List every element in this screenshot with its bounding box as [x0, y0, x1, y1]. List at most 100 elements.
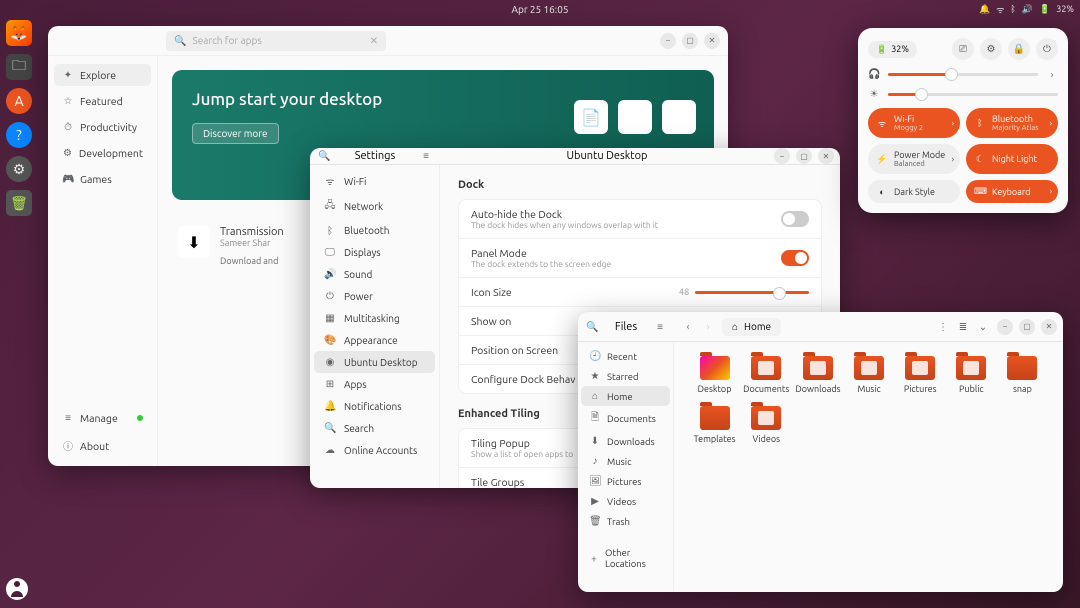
- settings-category[interactable]: ᛒBluetooth: [314, 220, 435, 241]
- activities-button[interactable]: [6, 578, 28, 600]
- clock[interactable]: Apr 25 16:05: [511, 4, 568, 15]
- minimize-button[interactable]: –: [660, 33, 676, 49]
- list-view-icon[interactable]: ≣: [957, 321, 969, 333]
- close-button[interactable]: ✕: [704, 33, 720, 49]
- settings-category[interactable]: 🔍Search: [314, 417, 435, 439]
- chevron-right-icon[interactable]: ›: [952, 155, 954, 164]
- chevron-right-icon[interactable]: ›: [1050, 119, 1052, 128]
- toggle-autohide[interactable]: [781, 211, 809, 227]
- settings-category[interactable]: ▦Multitasking: [314, 307, 435, 329]
- dock-app-settings[interactable]: ⚙: [6, 156, 32, 182]
- search-icon[interactable]: 🔍: [318, 150, 330, 162]
- folder[interactable]: Pictures: [898, 356, 943, 394]
- files-title: Files: [615, 321, 637, 333]
- settings-category[interactable]: ⊞Apps: [314, 373, 435, 395]
- settings-category[interactable]: 🖵Displays: [314, 241, 435, 263]
- dock-app-files[interactable]: 🗀: [6, 54, 32, 80]
- settings-category[interactable]: 🔔Notifications: [314, 395, 435, 417]
- brightness-slider[interactable]: ☀: [868, 88, 1058, 100]
- settings-category[interactable]: 🎨Appearance: [314, 329, 435, 351]
- category-icon: ⚙: [62, 147, 73, 159]
- kebab-icon[interactable]: ⋮: [937, 321, 949, 333]
- clear-icon[interactable]: ✕: [370, 35, 378, 47]
- maximize-button[interactable]: ▢: [796, 148, 812, 164]
- row-autohide[interactable]: Auto-hide the DockThe dock hides when an…: [459, 200, 821, 239]
- store-category[interactable]: ☆Featured: [54, 90, 151, 112]
- battery-pill[interactable]: 🔋32%: [868, 41, 917, 58]
- files-sidebar-item[interactable]: ♪Music: [581, 451, 670, 471]
- forward-button[interactable]: ›: [702, 321, 714, 332]
- qs-tile[interactable]: ᛒBluetoothMajority Atlas›: [966, 108, 1058, 138]
- search-icon[interactable]: 🔍: [586, 321, 598, 333]
- back-button[interactable]: ‹: [682, 321, 694, 332]
- files-sidebar-item[interactable]: ⌂Home: [581, 386, 670, 406]
- dock-app-help[interactable]: ?: [6, 122, 32, 148]
- volume-slider[interactable]: 🎧 ›: [868, 68, 1058, 80]
- qs-tile[interactable]: ◐Dark Style: [868, 180, 960, 203]
- store-category[interactable]: 🎮Games: [54, 168, 151, 190]
- settings-category[interactable]: 🔊Sound: [314, 263, 435, 285]
- store-category[interactable]: ✦Explore: [54, 64, 151, 86]
- status-area[interactable]: 🔔 ᯤ ᛒ 🔊 🔋 32%: [979, 3, 1074, 16]
- settings-category[interactable]: ᯤWi-Fi: [314, 169, 435, 193]
- close-button[interactable]: ✕: [1041, 319, 1057, 335]
- hero-app-icon[interactable]: 🖼: [662, 100, 696, 134]
- category-icon: 🔍: [324, 422, 336, 434]
- files-sidebar-item[interactable]: 🗑Trash: [581, 511, 670, 531]
- folder[interactable]: Music: [847, 356, 892, 394]
- minimize-button[interactable]: –: [997, 319, 1013, 335]
- hero-cta[interactable]: Discover more: [192, 123, 279, 144]
- slider-icon-size[interactable]: 48: [679, 287, 809, 297]
- files-sidebar-item[interactable]: 🕘Recent: [581, 346, 670, 366]
- folder[interactable]: Downloads: [795, 356, 840, 394]
- files-sidebar-item[interactable]: ★Starred: [581, 366, 670, 386]
- folder[interactable]: Documents: [743, 356, 789, 394]
- chevron-right-icon[interactable]: ›: [1046, 69, 1058, 80]
- dock-app-firefox[interactable]: 🦊: [6, 20, 32, 46]
- chevron-right-icon[interactable]: ›: [1050, 187, 1052, 196]
- row-panel-mode[interactable]: Panel ModeThe dock extends to the screen…: [459, 239, 821, 278]
- power-button[interactable]: ⏻: [1036, 38, 1058, 60]
- settings-category[interactable]: ⏻Power: [314, 285, 435, 307]
- hero-app-icon[interactable]: 🕊: [618, 100, 652, 134]
- store-footer-item[interactable]: ⓘAbout: [54, 433, 151, 458]
- menu-icon[interactable]: ≡: [420, 150, 432, 162]
- folder[interactable]: Videos: [743, 406, 789, 444]
- qs-tile[interactable]: ☾Night Light: [966, 144, 1058, 174]
- qs-tile[interactable]: ⌨Keyboard›: [966, 180, 1058, 203]
- menu-icon[interactable]: ≡: [654, 321, 666, 333]
- files-sidebar-item[interactable]: 🗎Documents: [581, 406, 670, 431]
- maximize-button[interactable]: ▢: [682, 33, 698, 49]
- files-sidebar-item[interactable]: ▶Videos: [581, 491, 670, 511]
- close-button[interactable]: ✕: [818, 148, 834, 164]
- breadcrumb[interactable]: ⌂ Home: [722, 318, 781, 336]
- files-sidebar-item[interactable]: ⬇Downloads: [581, 431, 670, 451]
- folder[interactable]: snap: [1000, 356, 1045, 394]
- dock-app-software[interactable]: A: [6, 88, 32, 114]
- maximize-button[interactable]: ▢: [1019, 319, 1035, 335]
- files-sidebar-item[interactable]: +Other Locations: [581, 543, 670, 573]
- hero-app-icon[interactable]: 📄: [574, 100, 608, 134]
- chevron-down-icon[interactable]: ⌄: [977, 321, 989, 333]
- folder[interactable]: Templates: [692, 406, 737, 444]
- screenshot-button[interactable]: ⎚: [952, 38, 974, 60]
- brightness-icon: ☀: [868, 88, 880, 100]
- dock-app-trash[interactable]: 🗑: [6, 190, 32, 216]
- settings-button[interactable]: ⚙: [980, 38, 1002, 60]
- folder[interactable]: Desktop: [692, 356, 737, 394]
- toggle-panel-mode[interactable]: [781, 250, 809, 266]
- folder[interactable]: Public: [949, 356, 994, 394]
- chevron-right-icon[interactable]: ›: [952, 119, 954, 128]
- qs-tile[interactable]: ᯤWi-FiMoggy 2›: [868, 108, 960, 138]
- store-category[interactable]: ⏱Productivity: [54, 116, 151, 138]
- qs-tile[interactable]: ⚡Power ModeBalanced›: [868, 144, 960, 174]
- files-sidebar-item[interactable]: 🖼Pictures: [581, 471, 670, 491]
- settings-category[interactable]: 🖧Network: [314, 193, 435, 220]
- lock-button[interactable]: 🔒: [1008, 38, 1030, 60]
- store-footer-item[interactable]: ≡Manage: [54, 407, 151, 429]
- settings-category[interactable]: ◉Ubuntu Desktop: [314, 351, 435, 373]
- settings-category[interactable]: ☁Online Accounts: [314, 439, 435, 461]
- minimize-button[interactable]: –: [774, 148, 790, 164]
- store-category[interactable]: ⚙Development: [54, 142, 151, 164]
- store-search[interactable]: 🔍 Search for apps ✕: [166, 31, 386, 51]
